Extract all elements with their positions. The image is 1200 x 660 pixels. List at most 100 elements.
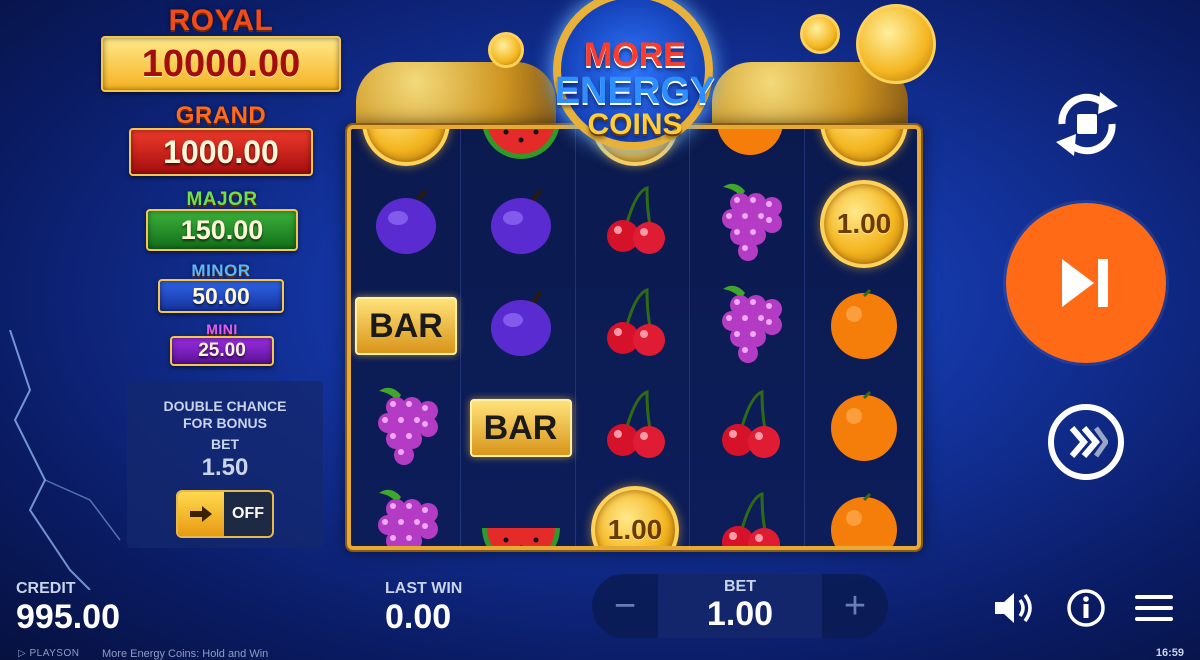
cherry-icon xyxy=(710,386,790,471)
logo-text-energy: ENERGY xyxy=(554,70,716,112)
jackpot-mini-label: MINI xyxy=(206,321,238,337)
coin-symbol xyxy=(820,129,908,166)
double-chance-toggle[interactable]: OFF xyxy=(176,490,274,538)
reel-cell-plum xyxy=(466,173,576,275)
orange-icon xyxy=(824,284,904,369)
reel-3: 1.00 xyxy=(580,129,690,546)
grapes-icon xyxy=(705,177,795,272)
logo-text-coins: COINS xyxy=(587,108,683,141)
floating-coin xyxy=(488,32,524,68)
reel-cell-cherry xyxy=(580,377,690,479)
last-win-value: 0.00 xyxy=(385,598,452,636)
reel-cell-cherry xyxy=(580,173,690,275)
bar-symbol: BAR xyxy=(355,297,457,355)
spin-icon xyxy=(1062,259,1108,307)
reel-cell-orange xyxy=(809,377,917,479)
jackpot-royal-label: ROYAL xyxy=(168,4,274,37)
grapes-icon xyxy=(361,483,451,546)
reel-4 xyxy=(695,129,805,546)
watermelon-icon xyxy=(476,488,566,546)
reel-cell-cherry xyxy=(695,377,805,479)
plum-icon xyxy=(366,182,446,267)
bet-decrease-button[interactable]: − xyxy=(592,574,658,638)
jackpot-royal: ROYAL 10000.00 xyxy=(100,6,342,92)
jackpot-royal-value: 10000.00 xyxy=(101,36,341,92)
reel-cell-bar: BAR xyxy=(351,275,461,377)
bar-symbol: BAR xyxy=(469,399,572,457)
credit-value: 995.00 xyxy=(16,598,120,636)
reel-cell-grapes xyxy=(695,275,805,377)
coin-symbol: 1.00 xyxy=(820,180,908,268)
reel-cell-coin: 1.00 xyxy=(580,479,690,546)
game-name: More Energy Coins: Hold and Win xyxy=(102,648,269,660)
provider-name: PLAYSON xyxy=(29,648,80,659)
arrow-right-icon xyxy=(178,492,224,536)
jackpot-grand-value: 1000.00 xyxy=(129,128,313,176)
reel-cell-coin: 1.00 xyxy=(809,173,917,275)
reel-cell-orange xyxy=(809,479,917,546)
plum-icon xyxy=(481,182,561,267)
jackpot-mini-value: 25.00 xyxy=(170,336,274,366)
reel-cell-plum xyxy=(466,275,576,377)
play-icon: ▷ xyxy=(18,648,30,659)
bet-value: 1.00 xyxy=(706,595,774,633)
jackpot-major: MAJOR 150.00 xyxy=(146,190,298,251)
reel-cell-plum xyxy=(351,173,461,275)
grapes-icon xyxy=(705,279,795,374)
cherry-icon xyxy=(595,284,675,369)
info-icon xyxy=(1067,589,1105,627)
double-chance-toggle-label: OFF xyxy=(232,505,264,522)
double-chance-panel: DOUBLE CHANCE FOR BONUS BET 1.50 OFF xyxy=(127,381,323,548)
reel-cell-grapes xyxy=(351,377,461,479)
clock: 16:59 xyxy=(1155,647,1184,659)
autoplay-icon xyxy=(1056,92,1118,156)
reel-cell-watermelon xyxy=(466,479,576,546)
reel-cell-orange xyxy=(809,275,917,377)
provider-brand: ▷ PLAYSON xyxy=(18,648,79,659)
orange-icon xyxy=(824,386,904,471)
floating-coin xyxy=(856,4,936,84)
coin-pile-left xyxy=(356,62,556,130)
reel-1: BAR xyxy=(351,129,461,546)
double-chance-bet-value: 1.50 xyxy=(201,454,249,481)
credit-label: CREDIT xyxy=(16,580,76,597)
reel-cell-grapes xyxy=(695,173,805,275)
menu-button[interactable] xyxy=(1132,588,1176,628)
sound-button[interactable] xyxy=(992,588,1036,628)
bet-control: − BET 1.00 + xyxy=(592,574,888,638)
jackpot-major-label: MAJOR xyxy=(186,189,258,210)
reel-cell-bar: BAR xyxy=(466,377,576,479)
jackpot-grand: GRAND 1000.00 xyxy=(128,104,314,176)
last-win-label: LAST WIN xyxy=(385,580,463,597)
autoplay-button[interactable] xyxy=(1040,84,1134,164)
reel-cell-grapes xyxy=(351,479,461,546)
game-logo: MORE ENERGY COINS xyxy=(535,0,735,150)
double-chance-bet-label: BET xyxy=(211,436,239,452)
reel-cell-coin xyxy=(351,129,461,173)
bet-increase-button[interactable]: + xyxy=(822,574,888,638)
jackpot-grand-label: GRAND xyxy=(175,102,267,129)
reel-5: 1.00 xyxy=(809,129,917,546)
bet-display: BET 1.00 xyxy=(658,574,822,638)
turbo-button[interactable] xyxy=(1048,404,1124,480)
plum-icon xyxy=(481,284,561,369)
reel-cell-cherry xyxy=(695,479,805,546)
double-chance-title: DOUBLE CHANCE FOR BONUS xyxy=(163,398,287,431)
reel-area[interactable]: BAR BAR 1.00 1.00 xyxy=(347,125,921,550)
reel-cell-cherry xyxy=(580,275,690,377)
grapes-icon xyxy=(361,381,451,476)
jackpot-minor-value: 50.00 xyxy=(158,279,284,313)
floating-coin xyxy=(800,14,840,54)
turbo-icon xyxy=(1069,426,1108,458)
jackpot-major-value: 150.00 xyxy=(146,209,298,251)
last-win-display: LAST WIN 0.00 xyxy=(385,580,462,637)
jackpot-minor: MINOR 50.00 xyxy=(158,262,284,313)
reel-cell-coin xyxy=(809,129,917,173)
coin-symbol: 1.00 xyxy=(591,486,679,546)
spin-button[interactable] xyxy=(1006,203,1166,363)
credit-display: CREDIT 995.00 xyxy=(16,580,120,637)
orange-icon xyxy=(824,488,904,546)
info-button[interactable] xyxy=(1064,588,1108,628)
cherry-icon xyxy=(595,386,675,471)
coin-symbol xyxy=(362,129,450,166)
